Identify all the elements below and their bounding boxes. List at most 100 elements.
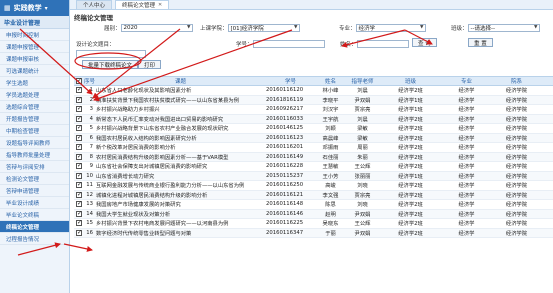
row-class: 经济学2班 xyxy=(398,183,423,190)
row-department: 经济学院 xyxy=(505,230,528,237)
row-topic[interactable]: 农村居民消费结构升级的影响因素分析——基于VAR模型 xyxy=(95,153,265,161)
print-button-wrap: 打印 xyxy=(138,60,162,69)
table-row[interactable]: 6我国农村居民收入结构的影响因素研究分析20160116123 高晨峰 梁敏 经济学2… xyxy=(74,133,553,143)
row-topic[interactable]: 乡村振兴战略背景下山东省农村产业融合发展的现状研究 xyxy=(95,124,265,132)
sidebar-brand[interactable]: ▦ 实践教学 ▾ xyxy=(0,0,69,16)
major-select[interactable]: 经济学 ▼ xyxy=(355,24,426,32)
sidebar-nav-item[interactable]: 毕业论文终稿 xyxy=(0,209,69,221)
class-select[interactable]: --请选择-- ▼ xyxy=(467,24,540,32)
row-major: 经济学 xyxy=(458,211,475,218)
row-checkbox[interactable] xyxy=(76,134,82,141)
table-row[interactable]: 14我国大学生就业现状及对策分析20160116146 赵明 尹双娟 经济学2班 经济学… xyxy=(74,209,553,219)
table-row[interactable]: 13我国房地产市场健康发展的对策研究20160116148 陈思 刘晓 经济学2班 经济… xyxy=(74,200,553,210)
table-row[interactable]: 1山东省人口老龄化现状及其影响因素分析20160116120 林小峰 刘晨 经济学2班… xyxy=(74,86,553,96)
row-topic[interactable]: 山东省人口老龄化现状及其影响因素分析 xyxy=(95,86,265,94)
row-checkbox[interactable] xyxy=(76,220,82,227)
sidebar-nav-item[interactable]: 过程报告情况 xyxy=(0,233,69,245)
batch-download-button[interactable]: 批量下载终稿论文 xyxy=(82,60,139,69)
row-topic[interactable]: 乡村振兴背景下农村电商发展问题研究——以河南县为例 xyxy=(95,219,265,227)
tab-personal-center[interactable]: 个人中心 xyxy=(76,0,113,9)
row-topic[interactable]: 我国农村居民收入结构的影响因素研究分析 xyxy=(95,134,265,142)
query-button[interactable]: 查 询 xyxy=(412,38,437,47)
select-all-checkbox[interactable] xyxy=(76,78,82,84)
dept-value: [01]经济学院 xyxy=(230,26,264,32)
row-checkbox[interactable] xyxy=(76,163,82,170)
sidebar-section-header[interactable]: 毕业设计管理 xyxy=(0,16,69,29)
row-topic[interactable]: 山东省消费增长动力研究 xyxy=(95,172,265,180)
row-topic[interactable]: 精准扶贫背景下我国农村扶贫模式研究——以山东省某县为例 xyxy=(95,96,265,104)
row-topic[interactable]: 我国房地产市场健康发展的对策研究 xyxy=(95,200,265,208)
table-row[interactable]: 5乡村振兴战略背景下山东省农村产业融合发展的现状研究20160146125 刘颖 梁… xyxy=(74,124,553,134)
row-checkbox[interactable] xyxy=(76,115,82,122)
row-checkbox[interactable] xyxy=(76,106,82,113)
stuid-input[interactable] xyxy=(252,40,325,48)
row-topic[interactable]: 我国大学生就业现状及对策分析 xyxy=(95,210,265,218)
sidebar-nav-item[interactable]: 学生选题 xyxy=(0,77,69,89)
table-row[interactable]: 12城镇化进程对城镇居民消费结构升级的影响分析20160116121 李文强 贾宗亮… xyxy=(74,190,553,200)
close-icon[interactable]: ✕ xyxy=(158,2,162,8)
row-topic[interactable]: 新常态下人民币汇率变动对我国进出口贸易的影响研究 xyxy=(95,115,265,123)
name-input[interactable] xyxy=(356,40,409,48)
row-checkbox[interactable] xyxy=(76,191,82,198)
sidebar-nav-item[interactable]: 课题申报管理 xyxy=(0,41,69,53)
row-checkbox[interactable] xyxy=(76,125,82,132)
row-checkbox[interactable] xyxy=(76,182,82,189)
table-row[interactable]: 16数字经济时代传统零售业转型问题与对策20160116347 于丽 尹双娟 经济学2… xyxy=(74,228,553,238)
row-topic[interactable]: 新个税改革对居民消费的影响分析 xyxy=(95,143,265,151)
topic-input[interactable] xyxy=(76,50,146,58)
header-department[interactable]: 院系 xyxy=(491,77,541,85)
sidebar-nav-item[interactable]: 设题指导评阅教师 xyxy=(0,137,69,149)
table-row[interactable]: 9山东省社会保障支出对城镇居民消费的影响研究20160116228 王慧敏 王公辉 经… xyxy=(74,162,553,172)
header-student-id[interactable]: 学号 xyxy=(265,77,315,85)
dept-select[interactable]: [01]经济学院 ▼ xyxy=(227,24,300,32)
row-checkbox[interactable] xyxy=(76,210,82,217)
sidebar-nav-item[interactable]: 终稿论文管理 xyxy=(0,221,69,233)
sidebar-nav-item[interactable]: 可选课题统计 xyxy=(0,65,69,77)
print-button[interactable]: 打印 xyxy=(138,60,162,69)
table-row[interactable]: 2精准扶贫背景下我国农村扶贫模式研究——以山东省某县为例20161816119 李… xyxy=(74,95,553,105)
header-major[interactable]: 专业 xyxy=(441,77,491,85)
row-name: 吴晓东 xyxy=(322,221,339,228)
row-checkbox[interactable] xyxy=(76,153,82,160)
row-topic[interactable]: 乡村振兴战略助力乡村振兴 xyxy=(95,105,265,113)
row-checkbox[interactable] xyxy=(76,96,82,103)
row-topic[interactable]: 数字经济时代传统零售业转型问题与对策 xyxy=(95,229,265,237)
header-name[interactable]: 姓名 xyxy=(315,77,345,85)
row-advisor: 尹双娟 xyxy=(354,211,371,218)
sidebar-nav-item[interactable]: 中期检查管理 xyxy=(0,125,69,137)
row-checkbox[interactable] xyxy=(76,229,82,236)
sidebar-nav-item[interactable]: 答辩与评阅安排 xyxy=(0,161,69,173)
table-row[interactable]: 15乡村振兴背景下农村电商发展问题研究——以河南县为例20160116225 吴晓… xyxy=(74,219,553,229)
table-row[interactable]: 7新个税改革对居民消费的影响分析20160116201 邓振雨 周丽 经济学2班 经济学… xyxy=(74,143,553,153)
sidebar-nav-item[interactable]: 课题申报审核 xyxy=(0,53,69,65)
header-index[interactable]: 序号 xyxy=(83,77,95,85)
row-advisor: 刘晓 xyxy=(357,202,368,209)
row-topic[interactable]: 互联网金融发展与传统商业银行盈利能力分析——以山东省为例 xyxy=(95,181,265,189)
sidebar-nav-item[interactable]: 指导教师批量处理 xyxy=(0,149,69,161)
sidebar-nav-item[interactable]: 检测论文管理 xyxy=(0,173,69,185)
row-topic[interactable]: 山东省社会保障支出对城镇居民消费的影响研究 xyxy=(95,162,265,170)
sidebar-nav-item[interactable]: 学员选题处理 xyxy=(0,89,69,101)
table-row[interactable]: 10山东省消费增长动力研究20150115237 王小芳 张丽丽 经济学1班 经济学 经济… xyxy=(74,171,553,181)
tab-final-thesis[interactable]: 终稿论文管理 ✕ xyxy=(115,0,170,9)
header-advisor[interactable]: 指导老师 xyxy=(345,77,379,85)
table-row[interactable]: 11互联网金融发展与传统商业银行盈利能力分析——以山东省为例2016011625… xyxy=(74,181,553,191)
sidebar-nav-item[interactable]: 选题综合管理 xyxy=(0,101,69,113)
table-row[interactable]: 8农村居民消费结构升级的影响因素分析——基于VAR模型20160116149 石佳… xyxy=(74,152,553,162)
sidebar-nav-item[interactable]: 开题报告管理 xyxy=(0,113,69,125)
sidebar-nav-item[interactable]: 申报时间控制 xyxy=(0,29,69,41)
reset-button[interactable]: 重 置 xyxy=(468,38,493,47)
row-topic[interactable]: 城镇化进程对城镇居民消费结构升级的影响分析 xyxy=(95,191,265,199)
topic-input-wrap xyxy=(76,50,146,58)
row-checkbox[interactable] xyxy=(76,87,82,94)
table-row[interactable]: 4新常态下人民币汇率变动对我国进出口贸易的影响研究20160116033 王宇航 刘… xyxy=(74,114,553,124)
row-checkbox[interactable] xyxy=(76,144,82,151)
header-topic[interactable]: 课题 xyxy=(95,77,265,85)
sidebar-nav-item[interactable]: 毕业设计成绩 xyxy=(0,197,69,209)
year-select[interactable]: 2020 ▼ xyxy=(120,24,193,32)
sidebar-nav-item[interactable]: 答辩申请管理 xyxy=(0,185,69,197)
row-checkbox[interactable] xyxy=(76,172,82,179)
table-row[interactable]: 3乡村振兴战略助力乡村振兴20160926217 刘汉宇 贾宗亮 经济学1班 经济学 经济… xyxy=(74,105,553,115)
header-class[interactable]: 班级 xyxy=(379,77,441,85)
row-checkbox[interactable] xyxy=(76,201,82,208)
